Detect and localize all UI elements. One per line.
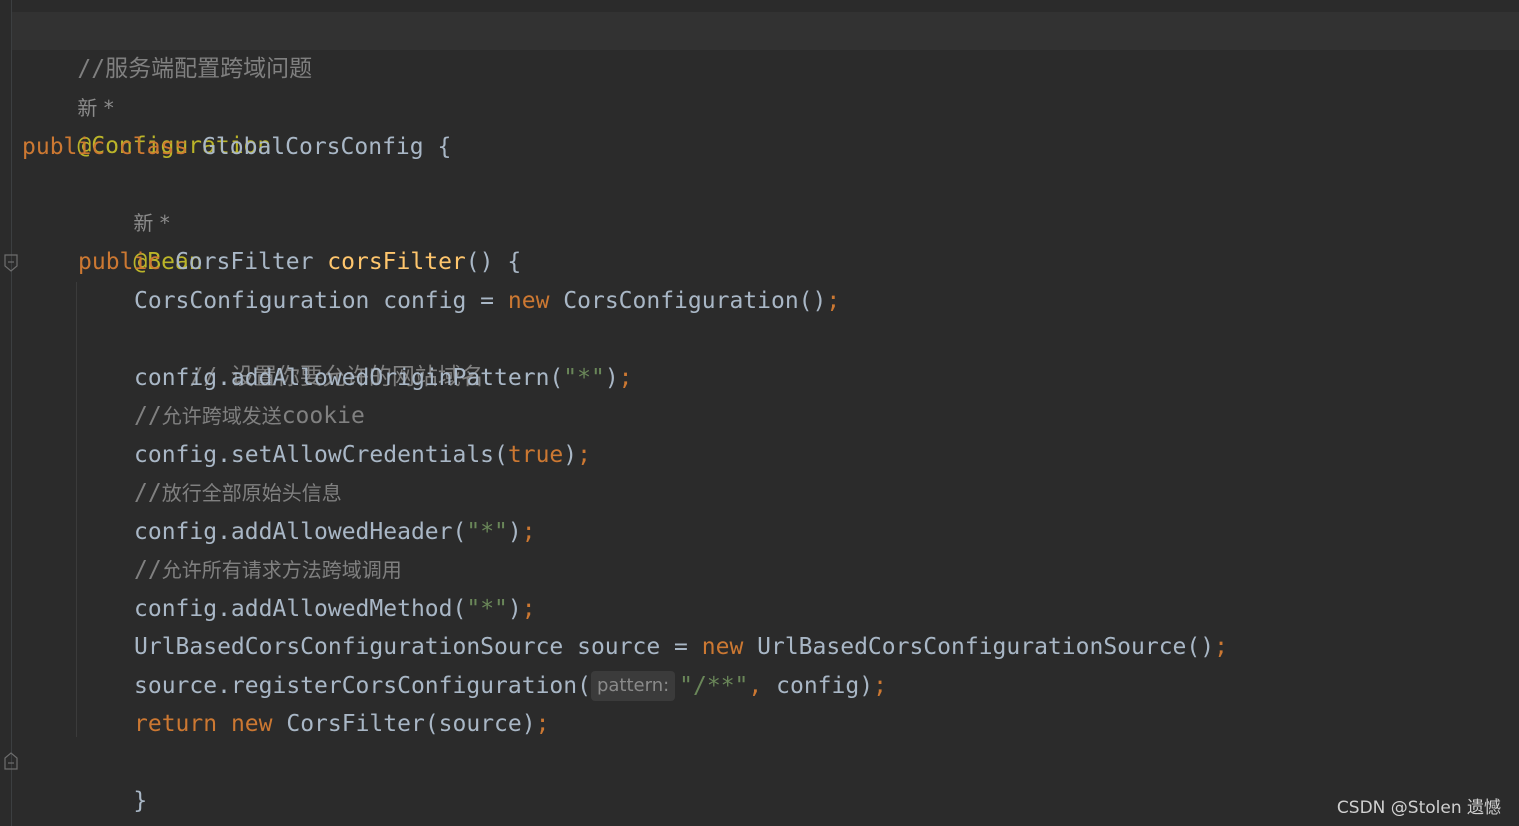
comment-text: 允许跨域发送 <box>161 404 282 428</box>
keyword-public: public <box>22 134 106 160</box>
code-editor[interactable]: //服务端配置跨域问题 新 * @Configuration public cl… <box>0 0 1519 826</box>
semicolon: ; <box>1214 634 1228 660</box>
string-arg: "*" <box>466 519 508 545</box>
ctor-call: CorsConfiguration() <box>549 288 827 314</box>
code-line-class-decl[interactable]: public class GlobalCorsConfig { <box>22 128 451 166</box>
call-prefix: config.setAllowCredentials( <box>134 442 508 468</box>
keyword-class: class <box>118 134 189 160</box>
semicolon: ; <box>535 711 550 737</box>
code-line-annotation-configuration[interactable]: @Configuration <box>22 89 271 159</box>
comment-slashes: // <box>134 480 162 506</box>
call-suffix: ) <box>604 365 619 391</box>
code-line-author-method[interactable]: 新 * <box>78 166 169 235</box>
string-arg: "*" <box>563 365 605 391</box>
code-line-comment-2[interactable]: //允许跨域发送cookie <box>134 397 365 435</box>
call-prefix: config.addAllowedMethod( <box>134 596 467 622</box>
call-suffix: ) <box>507 596 522 622</box>
call-rest: config) <box>762 673 874 699</box>
method-parens: () { <box>465 249 522 275</box>
code-line-close-method[interactable]: } <box>78 744 147 814</box>
code-line-return[interactable]: return new CorsFilter(source); <box>134 705 549 743</box>
return-expression: CorsFilter(source) <box>272 711 536 737</box>
code-line-call-5[interactable]: source.registerCorsConfiguration(pattern… <box>134 667 887 705</box>
code-line-comment-4[interactable]: //允许所有请求方法跨域调用 <box>134 551 402 589</box>
code-line-call-4[interactable]: config.addAllowedMethod("*"); <box>134 590 536 628</box>
semicolon: ; <box>521 519 536 545</box>
keyword-true: true <box>507 442 564 468</box>
keyword-new: new <box>507 288 550 314</box>
call-prefix: config.addAllowedOriginPattern( <box>134 365 564 391</box>
watermark: CSDN @Stolen 遗憾 <box>1336 798 1501 818</box>
comma: , <box>748 673 763 699</box>
comment-slashes: // <box>134 557 162 583</box>
fold-end-icon[interactable] <box>4 752 18 770</box>
var-source: source = <box>563 634 702 660</box>
code-line-call-2[interactable]: config.setAllowCredentials(true); <box>134 436 591 474</box>
gutter-divider <box>11 0 12 826</box>
comment-text-latin: cookie <box>281 403 365 429</box>
semicolon: ; <box>826 288 841 314</box>
call-suffix: ) <box>507 519 522 545</box>
code-line-close-class[interactable]: } <box>22 782 91 820</box>
semicolon: ; <box>521 596 536 622</box>
method-name: corsFilter <box>327 249 466 275</box>
semicolon: ; <box>577 442 591 468</box>
var-config: config = <box>369 288 508 314</box>
semicolon: ; <box>618 365 633 391</box>
code-line-author[interactable]: 新 * <box>22 51 113 120</box>
code-line-comment-1[interactable]: // 设置你要允许的网站域名 <box>134 320 484 390</box>
string-arg: "/**" <box>679 673 749 699</box>
code-line-comment-3[interactable]: //放行全部原始头信息 <box>134 474 342 512</box>
keyword-new: new <box>230 711 273 737</box>
parameter-hint: pattern: <box>590 671 676 701</box>
comment-text: 放行全部原始头信息 <box>161 481 342 505</box>
keyword-return: return <box>134 711 218 737</box>
code-line-source-decl[interactable]: UrlBasedCorsConfigurationSource source =… <box>134 628 1228 666</box>
open-brace: { <box>423 134 452 160</box>
keyword-new: new <box>701 634 744 660</box>
code-line-call-3[interactable]: config.addAllowedHeader("*"); <box>134 513 536 551</box>
call-suffix: ) <box>563 442 578 468</box>
code-line-call-1[interactable]: config.addAllowedOriginPattern("*"); <box>134 359 633 397</box>
code-line-config-decl[interactable]: CorsConfiguration config = new CorsConfi… <box>134 282 840 320</box>
comment-text: 允许所有请求方法跨域调用 <box>161 558 402 582</box>
close-brace: } <box>133 788 148 814</box>
call-prefix: config.addAllowedHeader( <box>134 519 467 545</box>
semicolon: ; <box>873 673 887 699</box>
type-cors-configuration: CorsConfiguration <box>134 288 370 314</box>
code-line-annotation-bean[interactable]: @Bean <box>78 205 202 275</box>
code-line-comment-header[interactable]: //服务端配置跨域问题 <box>12 12 1519 82</box>
string-arg: "*" <box>466 596 508 622</box>
call-prefix: source.registerCorsConfiguration( <box>134 673 591 699</box>
type-url-based-source: UrlBasedCorsConfigurationSource <box>134 634 564 660</box>
indent-guide <box>76 282 77 737</box>
keyword-public: public <box>78 249 162 275</box>
fold-collapse-icon[interactable] <box>4 254 18 272</box>
return-type: CorsFilter <box>174 249 314 275</box>
ctor-call: UrlBasedCorsConfigurationSource() <box>743 634 1215 660</box>
class-name: GlobalCorsConfig <box>202 134 424 160</box>
comment-slashes: // <box>134 403 162 429</box>
code-line-method-decl[interactable]: public CorsFilter corsFilter() { <box>78 243 521 281</box>
